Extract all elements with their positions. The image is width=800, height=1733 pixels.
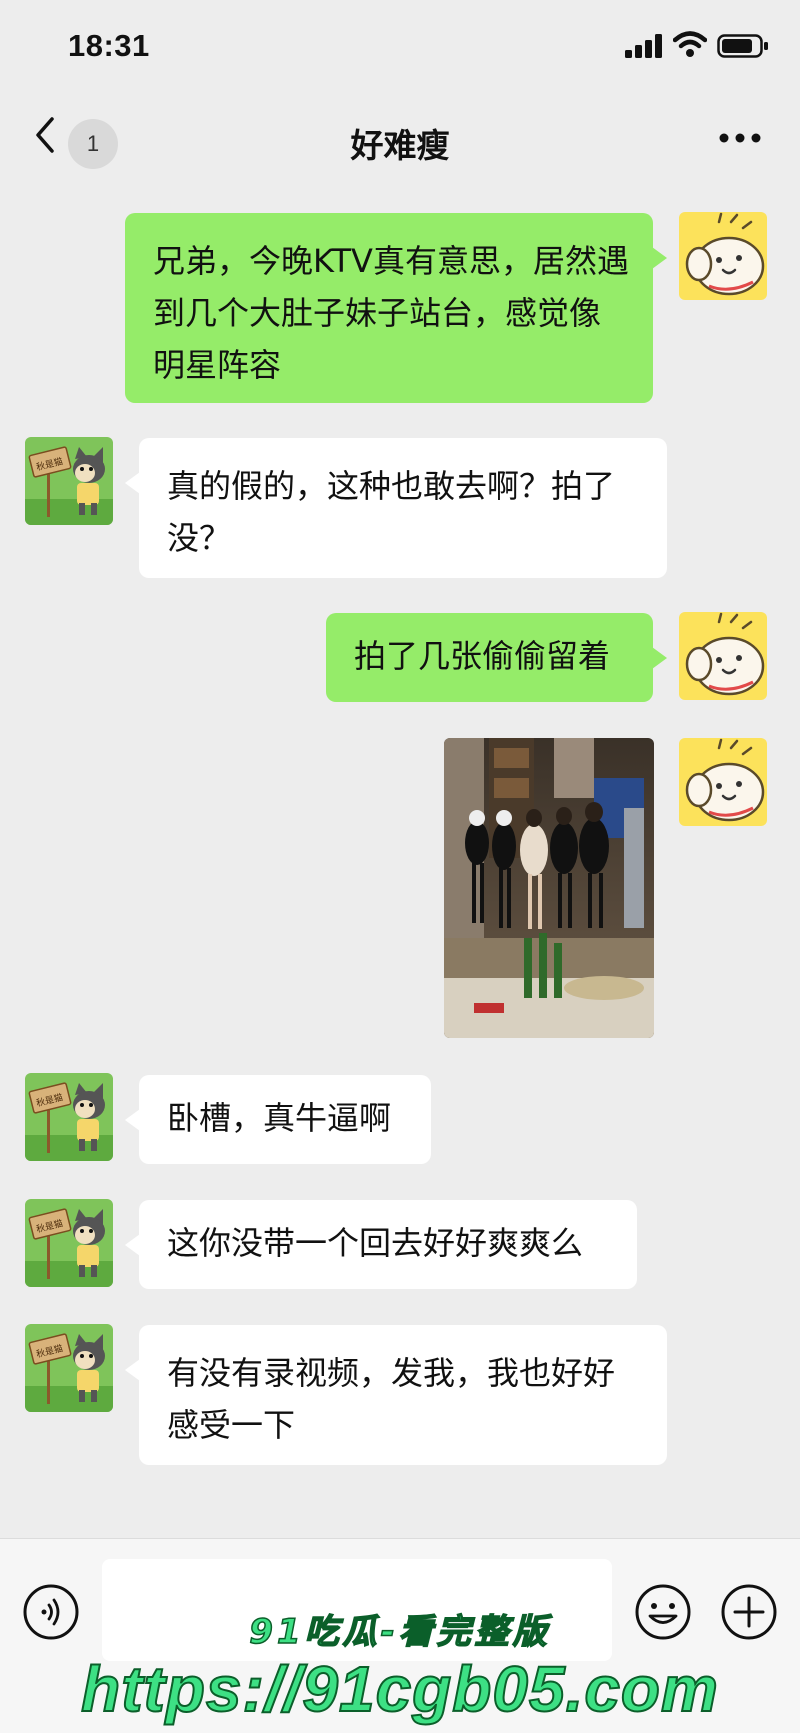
signal-icon	[625, 34, 662, 58]
my-avatar[interactable]	[679, 612, 767, 700]
friend-message-bubble[interactable]: 真的假的，这种也敢去啊？拍了没？	[125, 438, 667, 578]
chat-header: 1 好难瘦	[0, 95, 800, 185]
status-bar: 18:31	[0, 0, 800, 95]
cat-avatar-icon: 秋是猫	[25, 437, 113, 525]
message-text: 兄弟，今晚KTV真有意思，居然遇到几个大肚子妹子站台，感觉像明星阵容	[153, 242, 629, 384]
ktv-photo-image	[444, 738, 654, 1038]
wifi-icon	[673, 31, 707, 57]
message-text: 拍了几张偷偷留着	[354, 637, 611, 675]
cat-avatar-icon: 秋是猫	[25, 1199, 113, 1287]
watermark-line-1: 91吃瓜-看完整版	[249, 1611, 551, 1653]
my-message-bubble[interactable]: 兄弟，今晚KTV真有意思，居然遇到几个大肚子妹子站台，感觉像明星阵容	[125, 213, 667, 403]
friend-message-bubble[interactable]: 卧槽，真牛逼啊	[125, 1075, 431, 1164]
my-message-bubble[interactable]: 拍了几张偷偷留着	[326, 613, 667, 702]
my-avatar[interactable]	[679, 212, 767, 300]
more-icon[interactable]	[718, 131, 762, 145]
friend-message-bubble[interactable]: 有没有录视频，发我，我也好好感受一下	[125, 1325, 667, 1465]
dog-avatar-icon	[679, 212, 767, 300]
chat-title: 好难瘦	[350, 126, 450, 165]
message-text: 有没有录视频，发我，我也好好感受一下	[167, 1354, 616, 1444]
dog-avatar-icon	[679, 738, 767, 826]
message-text: 真的假的，这种也敢去啊？拍了没？	[167, 467, 616, 557]
friend-avatar[interactable]: 秋是猫	[25, 1324, 113, 1412]
message-text: 卧槽，真牛逼啊	[167, 1099, 392, 1137]
friend-avatar[interactable]: 秋是猫	[25, 437, 113, 525]
watermark-url: https://91cgb05.com	[80, 1652, 719, 1726]
photo-message[interactable]	[444, 738, 654, 1038]
cat-avatar-icon: 秋是猫	[25, 1073, 113, 1161]
status-time: 18:31	[68, 28, 150, 63]
friend-message-bubble[interactable]: 这你没带一个回去好好爽爽么	[125, 1200, 637, 1289]
friend-avatar[interactable]: 秋是猫	[25, 1199, 113, 1287]
friend-avatar[interactable]: 秋是猫	[25, 1073, 113, 1161]
cat-avatar-icon: 秋是猫	[25, 1324, 113, 1412]
dog-avatar-icon	[679, 612, 767, 700]
message-text: 这你没带一个回去好好爽爽么	[167, 1224, 584, 1262]
my-avatar[interactable]	[679, 738, 767, 826]
battery-icon	[717, 34, 768, 58]
